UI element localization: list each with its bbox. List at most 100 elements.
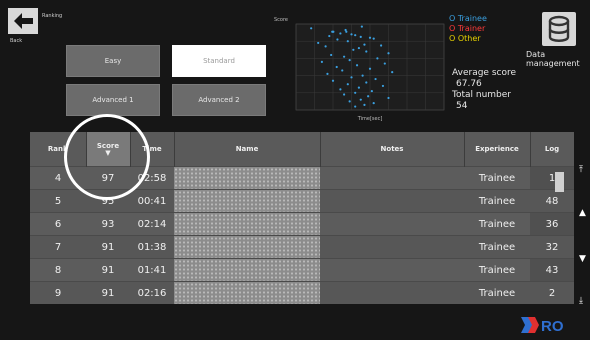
chart-point bbox=[352, 48, 355, 51]
cell-notes bbox=[320, 281, 464, 304]
chart-point bbox=[374, 77, 377, 81]
scroll-top-icon[interactable]: ⤒ bbox=[579, 165, 583, 175]
cell-log[interactable]: 36 bbox=[530, 212, 574, 236]
database-icon bbox=[548, 15, 570, 42]
chart-point bbox=[368, 67, 372, 70]
header-name[interactable]: Name bbox=[174, 132, 321, 167]
chart-point bbox=[365, 50, 368, 53]
chart-point bbox=[343, 55, 346, 58]
chart-point bbox=[354, 34, 357, 37]
chart-point bbox=[346, 83, 349, 86]
chart-point bbox=[355, 64, 359, 67]
chart-point bbox=[339, 32, 342, 35]
total-number-value: 54 bbox=[456, 101, 468, 111]
chart-point bbox=[391, 71, 394, 74]
chart-point bbox=[359, 35, 362, 38]
chart-point bbox=[343, 93, 346, 96]
page-title: Ranking bbox=[42, 13, 63, 19]
chart-point bbox=[387, 52, 390, 55]
level-easy-button[interactable]: Easy bbox=[66, 45, 160, 77]
header-experience[interactable]: Experience bbox=[464, 132, 531, 167]
chart-point bbox=[324, 45, 327, 48]
legend-other: O Other bbox=[449, 34, 481, 43]
cell-time: 01:41 bbox=[130, 258, 174, 282]
cell-notes bbox=[320, 235, 464, 259]
average-score-label: Average score bbox=[452, 68, 517, 78]
cell-time: 02:16 bbox=[130, 281, 174, 304]
cell-score: 93 bbox=[86, 212, 130, 236]
chart-point bbox=[361, 74, 364, 77]
chart-xlabel: Time[sec] bbox=[357, 116, 383, 122]
cell-experience: Trainee bbox=[464, 189, 530, 213]
score-time-scatter-chart: Score Time[sec] bbox=[274, 17, 445, 122]
chart-point bbox=[368, 36, 372, 39]
logo-text: RO bbox=[541, 318, 564, 335]
cell-log[interactable]: 32 bbox=[530, 235, 574, 259]
chart-point bbox=[354, 91, 357, 94]
cell-score: 91 bbox=[86, 258, 130, 282]
total-number-label: Total number bbox=[452, 90, 512, 100]
data-management-label-line2: management bbox=[526, 59, 580, 68]
cell-notes bbox=[320, 166, 464, 190]
cell-log[interactable]: 43 bbox=[530, 258, 574, 282]
table-row[interactable]: 9 91 02:16 Trainee 2 bbox=[30, 281, 574, 304]
data-management-label: Data management bbox=[526, 50, 580, 68]
legend-trainer: O Trainer bbox=[449, 24, 486, 33]
table-scrollbar-thumb[interactable] bbox=[555, 172, 564, 192]
table-row[interactable]: 8 91 01:41 Trainee 43 bbox=[30, 258, 574, 282]
cell-rank: 5 bbox=[30, 189, 86, 213]
chart-point bbox=[360, 25, 363, 28]
table-row[interactable]: 7 91 01:38 Trainee 32 bbox=[30, 235, 574, 259]
chart-point bbox=[367, 95, 370, 98]
table-row[interactable]: 6 93 02:14 Trainee 36 bbox=[30, 212, 574, 236]
chart-point bbox=[348, 59, 351, 62]
chart-point bbox=[354, 105, 357, 108]
chart-point bbox=[332, 30, 335, 33]
chart-point bbox=[381, 84, 385, 88]
cell-log[interactable]: 48 bbox=[530, 189, 574, 213]
header-notes[interactable]: Notes bbox=[320, 132, 465, 167]
data-management-label-line1: Data bbox=[526, 50, 546, 59]
chart-point bbox=[339, 88, 342, 91]
cell-time: 01:38 bbox=[130, 235, 174, 259]
chart-point bbox=[310, 27, 313, 30]
back-label: Back bbox=[10, 38, 23, 44]
header-log[interactable]: Log bbox=[530, 132, 574, 167]
cell-rank: 6 bbox=[30, 212, 86, 236]
cell-time: 00:41 bbox=[130, 189, 174, 213]
chart-point bbox=[372, 102, 375, 105]
cell-name bbox=[174, 281, 320, 304]
chart-point bbox=[346, 40, 349, 43]
chart-point bbox=[330, 53, 333, 57]
cell-experience: Trainee bbox=[464, 212, 530, 236]
scroll-down-icon[interactable]: ▼ bbox=[579, 254, 586, 264]
back-button[interactable] bbox=[8, 8, 38, 34]
cell-notes bbox=[320, 189, 464, 213]
chart-point bbox=[350, 76, 353, 79]
level-standard-button[interactable]: Standard bbox=[172, 45, 266, 77]
cell-log[interactable]: 2 bbox=[530, 281, 574, 304]
chart-point bbox=[363, 103, 366, 106]
chart-point bbox=[341, 69, 344, 72]
cell-experience: Trainee bbox=[464, 166, 530, 190]
chart-point bbox=[326, 72, 329, 75]
chart-point bbox=[335, 65, 338, 69]
cell-experience: Trainee bbox=[464, 281, 530, 304]
scroll-bottom-icon[interactable]: ⤓ bbox=[579, 296, 583, 306]
chart-point bbox=[348, 100, 351, 103]
chart-legend: O Trainee O Trainer O Other bbox=[449, 14, 487, 44]
level-advanced1-button[interactable]: Advanced 1 bbox=[66, 84, 160, 116]
cell-score: 91 bbox=[86, 281, 130, 304]
back-arrow-icon bbox=[8, 8, 38, 34]
cell-log[interactable]: 1 bbox=[530, 166, 574, 190]
cell-name bbox=[174, 258, 320, 282]
chart-point bbox=[331, 79, 335, 82]
company-logo: RO bbox=[521, 317, 564, 335]
stats-panel: Average score 67.76 Total number 54 bbox=[452, 68, 516, 112]
cell-name bbox=[174, 235, 320, 259]
scroll-up-icon[interactable]: ▲ bbox=[579, 208, 586, 218]
level-advanced2-button[interactable]: Advanced 2 bbox=[172, 84, 266, 116]
data-management-button[interactable] bbox=[542, 12, 576, 46]
average-score-value: 67.76 bbox=[456, 79, 482, 89]
chart-point bbox=[320, 60, 323, 63]
